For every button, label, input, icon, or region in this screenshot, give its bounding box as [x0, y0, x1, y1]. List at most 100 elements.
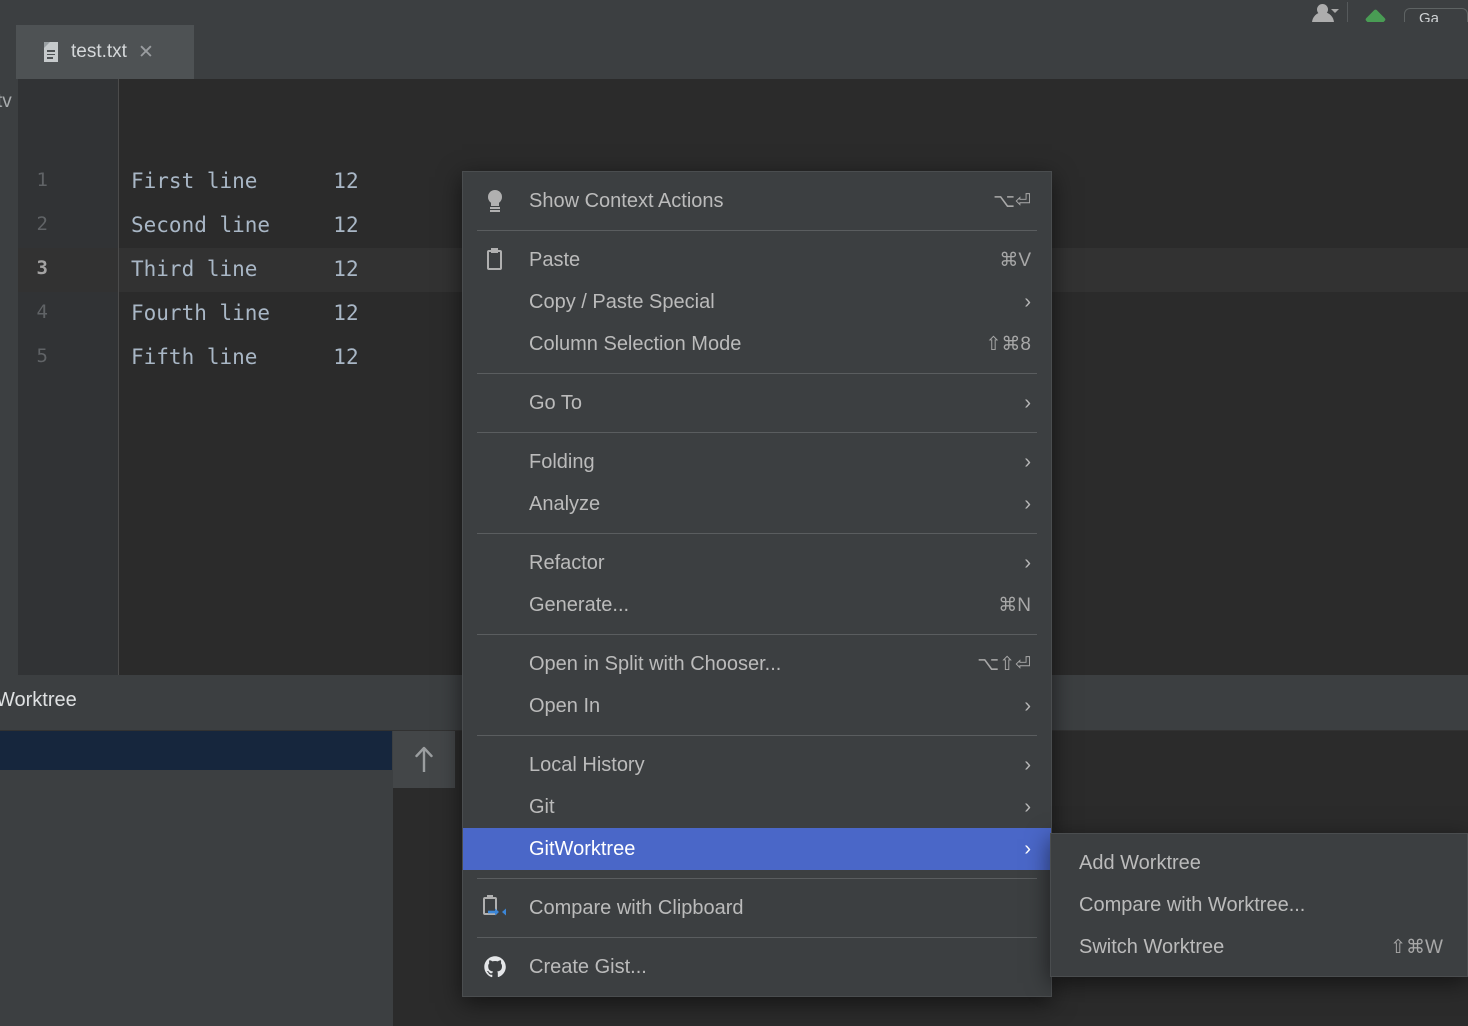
menu-icon-placeholder [483, 391, 507, 415]
menu-item-label: Create Gist... [529, 955, 647, 978]
editor-tab-label: test.txt [71, 41, 127, 62]
arrow-up-glyph [415, 746, 433, 772]
menu-item-label: Compare with Clipboard [529, 896, 744, 919]
menu-item-label: Local History [529, 753, 645, 776]
file-icon-fold [44, 42, 50, 48]
file-icon-line [47, 57, 53, 59]
chevron-right-icon: › [1024, 291, 1031, 313]
editor-line: Second line 12 [131, 213, 359, 237]
submenu-item-compare-with-worktree[interactable]: Compare with Worktree... [1051, 884, 1467, 926]
menu-item-local-history[interactable]: Local History › [463, 744, 1051, 786]
editor-tab-test-txt[interactable]: test.txt ✕ [16, 25, 194, 79]
submenu-item-label: Switch Worktree [1079, 935, 1225, 958]
menu-icon-placeholder [483, 551, 507, 575]
menu-icon-placeholder [483, 795, 507, 819]
worktree-detail-panel [393, 788, 455, 1026]
menu-item-git[interactable]: Git › [463, 786, 1051, 828]
toolbar-cut-button[interactable]: Ga [1402, 0, 1468, 38]
menu-item-generate[interactable]: Generate... ⌘N [463, 584, 1051, 626]
chevron-right-icon: › [1024, 451, 1031, 473]
menu-item-shortcut: ⇧⌘8 [985, 333, 1032, 355]
menu-icon-placeholder [483, 332, 507, 356]
menu-separator [477, 634, 1037, 635]
editor-line: Fourth line 12 [131, 301, 359, 325]
menu-item-copy-paste-special[interactable]: Copy / Paste Special › [463, 281, 1051, 323]
compare-clipboard-icon [483, 895, 507, 920]
clipboard-icon [483, 248, 507, 272]
menu-item-analyze[interactable]: Analyze › [463, 483, 1051, 525]
chevron-right-icon: › [1024, 695, 1031, 717]
menu-item-label: Copy / Paste Special [529, 290, 715, 313]
menu-icon-placeholder [483, 652, 507, 676]
menu-icon-placeholder [483, 837, 507, 861]
chevron-right-icon: › [1024, 493, 1031, 515]
clipboard-tab [491, 248, 498, 253]
chevron-down-icon[interactable] [1331, 9, 1339, 13]
lightbulb-base-line [490, 210, 500, 212]
editor-tab-bar: test.txt ✕ [0, 22, 1468, 79]
menu-icon-placeholder [483, 450, 507, 474]
editor-line: First line 12 [131, 169, 359, 193]
menu-item-refactor[interactable]: Refactor › [463, 542, 1051, 584]
chevron-right-icon: › [1024, 392, 1031, 414]
menu-icon-placeholder [483, 593, 507, 617]
clipboard-body [487, 250, 502, 270]
menu-icon-placeholder [483, 753, 507, 777]
menu-icon-placeholder [483, 492, 507, 516]
submenu-item-shortcut: ⇧⌘W [1390, 936, 1443, 958]
github-icon [483, 955, 507, 979]
menu-item-compare-with-clipboard[interactable]: Compare with Clipboard [463, 887, 1051, 929]
worktree-list-selected-row[interactable] [0, 731, 392, 770]
menu-item-label: Go To [529, 391, 582, 414]
menu-item-label: Show Context Actions [529, 189, 724, 212]
worktree-list-body[interactable] [0, 770, 392, 1026]
menu-item-label: Open in Split with Chooser... [529, 652, 782, 675]
toolbar-divider [1347, 2, 1348, 22]
gutter-line-number: 5 [36, 345, 48, 367]
gitworktree-submenu[interactable]: Add Worktree Compare with Worktree... Sw… [1050, 833, 1468, 977]
arrow-up-icon[interactable] [393, 731, 455, 788]
menu-item-gitworktree[interactable]: GitWorktree › [463, 828, 1051, 870]
menu-separator [477, 735, 1037, 736]
menu-item-label: Folding [529, 450, 595, 473]
editor-context-menu[interactable]: Show Context Actions ⌥⏎ Paste ⌘V Copy / … [462, 171, 1052, 997]
menu-item-show-context-actions[interactable]: Show Context Actions ⌥⏎ [463, 180, 1051, 222]
menu-separator [477, 937, 1037, 938]
menu-separator [477, 533, 1037, 534]
menu-separator [477, 878, 1037, 879]
menu-item-open-in-split-with-chooser[interactable]: Open in Split with Chooser... ⌥⇧⏎ [463, 643, 1051, 685]
menu-item-label: Git [529, 795, 555, 818]
top-toolbar: Ga [0, 0, 1468, 38]
menu-item-open-in[interactable]: Open In › [463, 685, 1051, 727]
left-tool-strip-label: tv [0, 91, 12, 112]
left-tool-strip[interactable]: tv [0, 79, 18, 675]
close-icon[interactable]: ✕ [138, 43, 154, 62]
menu-item-create-gist[interactable]: Create Gist... [463, 946, 1051, 988]
menu-item-label: GitWorktree [529, 837, 636, 860]
menu-separator [477, 230, 1037, 231]
submenu-item-switch-worktree[interactable]: Switch Worktree ⇧⌘W [1051, 926, 1467, 968]
menu-item-label: Paste [529, 248, 581, 271]
worktree-tool-window-title: Worktree [0, 689, 77, 711]
menu-item-go-to[interactable]: Go To › [463, 382, 1051, 424]
menu-item-folding[interactable]: Folding › [463, 441, 1051, 483]
submenu-item-label: Compare with Worktree... [1079, 893, 1306, 916]
menu-item-label: Open In [529, 694, 601, 717]
menu-item-label: Analyze [529, 492, 601, 515]
gutter-line-number: 1 [36, 169, 48, 191]
editor-vertical-scrollbar[interactable] [1454, 79, 1468, 675]
menu-item-shortcut: ⌥⇧⏎ [977, 653, 1031, 675]
green-diamond-icon[interactable] [1356, 0, 1402, 31]
chevron-right-icon: › [1024, 796, 1031, 818]
editor-line: Fifth line 12 [131, 345, 359, 369]
menu-item-column-selection-mode[interactable]: Column Selection Mode ⇧⌘8 [463, 323, 1051, 365]
lightbulb-neck [491, 202, 499, 206]
menu-separator [477, 432, 1037, 433]
toolbar-right-group: Ga [1309, 0, 1468, 38]
user-avatar-icon[interactable] [1309, 0, 1343, 26]
menu-item-paste[interactable]: Paste ⌘V [463, 239, 1051, 281]
submenu-item-add-worktree[interactable]: Add Worktree [1051, 842, 1467, 884]
lightbulb-base-line [490, 207, 500, 209]
editor-gutter[interactable]: 1 2 3 4 5 [18, 79, 119, 675]
menu-item-shortcut: ⌘V [999, 249, 1031, 271]
